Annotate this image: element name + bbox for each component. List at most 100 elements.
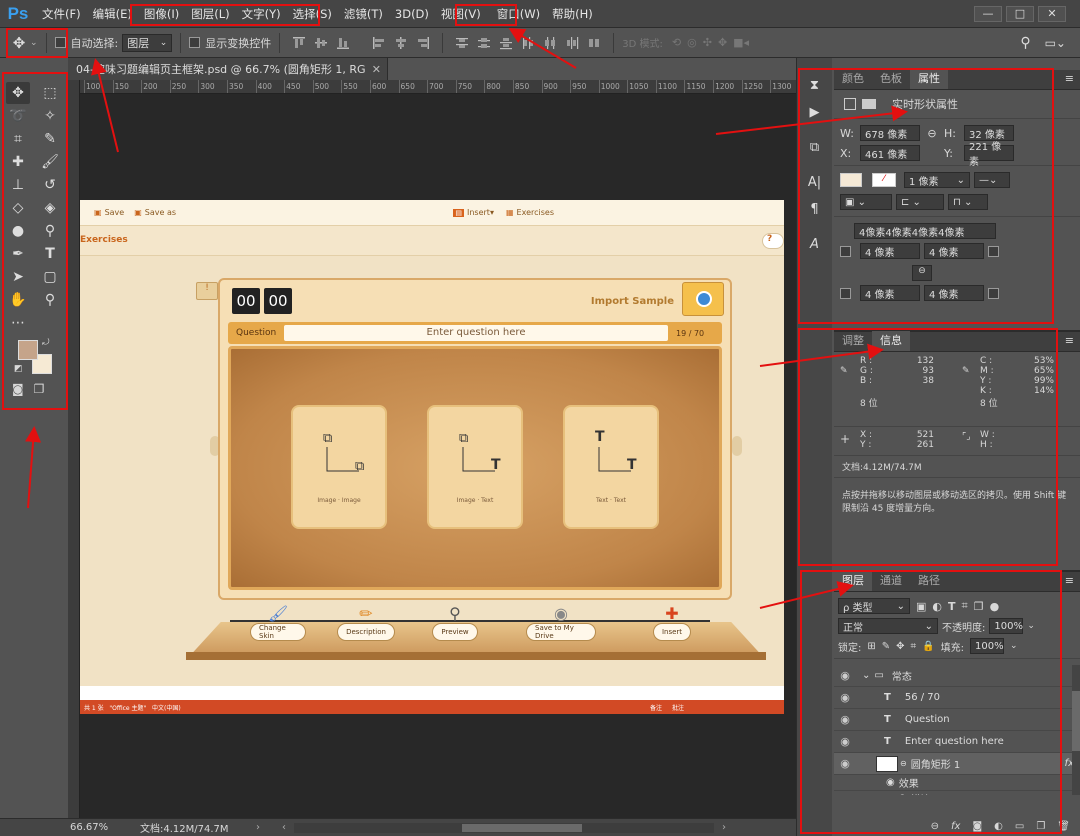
auto-align-icon[interactable] [587, 36, 601, 50]
close-tab-icon[interactable]: ✕ [372, 63, 381, 76]
x-field[interactable]: 461 像素 [860, 145, 920, 161]
hand-tool-icon[interactable]: ✋ [6, 289, 30, 311]
tab-adjustments[interactable]: 调整 [834, 331, 872, 351]
menu-edit[interactable]: 编辑(E) [87, 0, 138, 28]
layer-text[interactable]: ◉ T Enter question here [834, 731, 1080, 753]
expand-icon[interactable]: ⌄ [862, 670, 870, 681]
preview-item[interactable]: ⚲ Preview [430, 604, 480, 641]
align-hcenter-icon[interactable] [394, 36, 408, 50]
pen-tool-icon[interactable]: ✒ [6, 243, 30, 265]
stroke-align-dropdown[interactable]: ▣ ⌄ [840, 194, 892, 210]
insert-shelf-button[interactable]: Insert [652, 623, 692, 641]
filter-toggle-icon[interactable]: ● [990, 600, 1000, 613]
menu-file[interactable]: 文件(F) [36, 0, 87, 28]
move-tool-icon[interactable]: ✥ [6, 82, 30, 104]
tab-info[interactable]: 信息 [872, 331, 910, 351]
save-to-drive-button[interactable]: Save to My Drive [526, 623, 596, 641]
distribute-left-icon[interactable] [521, 36, 535, 50]
new-group-icon[interactable]: ▭ [1015, 821, 1024, 832]
marquee-tool-icon[interactable]: ⬚ [38, 82, 62, 104]
paragraph-panel-icon[interactable]: ¶ [810, 202, 818, 217]
insert-button[interactable]: Insert▾ [467, 208, 494, 217]
change-skin-item[interactable]: 🖌 Change Skin [250, 604, 306, 641]
fill-field[interactable]: 100% [970, 638, 1005, 654]
eye-icon[interactable]: ◉ [834, 669, 856, 682]
3d-rotate-icon[interactable]: ⟲ [672, 36, 681, 49]
blend-mode-dropdown[interactable]: 正常 ⌄ [838, 618, 938, 634]
corner-bl-icon[interactable] [840, 287, 851, 299]
default-colors-icon[interactable]: ◩ [14, 364, 23, 374]
3d-roll-icon[interactable]: ◎ [687, 36, 697, 49]
distribute-bottom-icon[interactable] [499, 36, 513, 50]
layer-text[interactable]: ◉ T 56 / 70 [834, 687, 1080, 709]
zoom-level[interactable]: 66.67% [70, 822, 140, 833]
menu-window[interactable]: 窗口(W) [491, 0, 546, 28]
add-mask-icon[interactable]: ◙ [972, 821, 982, 832]
import-folder-icon[interactable] [682, 282, 724, 316]
y-field[interactable]: 221 像素 [964, 142, 1014, 168]
corner-br-field[interactable]: 4 像素 [924, 285, 984, 301]
scroll-right-arrow[interactable]: › [722, 822, 726, 833]
link-icon[interactable]: ⊖ [922, 127, 942, 140]
tab-paths[interactable]: 路径 [910, 571, 948, 591]
layer-effects[interactable]: ◉ 效果 [834, 775, 1080, 791]
magic-wand-tool-icon[interactable]: ✧ [38, 105, 62, 127]
tab-color[interactable]: 颜色 [834, 69, 872, 89]
exercises-button[interactable]: Exercises [517, 208, 554, 217]
stroke-width-field[interactable]: 1 像素 ⌄ [904, 172, 970, 188]
eye-icon[interactable]: ◉ [834, 713, 856, 726]
layer-text[interactable]: ◉ T Question [834, 709, 1080, 731]
lock-position-icon[interactable]: ✥ [896, 641, 904, 652]
workspace-icon[interactable]: ▭⌄ [1045, 36, 1066, 50]
healing-brush-tool-icon[interactable]: ✚ [6, 151, 30, 173]
change-skin-button[interactable]: Change Skin [250, 623, 306, 641]
layer-filter-dropdown[interactable]: ρ 类型 ⌄ [838, 598, 910, 614]
insert-item[interactable]: ✚ Insert [650, 604, 694, 641]
type-tool-icon[interactable]: T [38, 243, 62, 265]
corner-radius-all[interactable]: 4像素4像素4像素4像素 [854, 223, 996, 239]
eyedropper-tool-icon[interactable]: ✎ [38, 128, 62, 150]
align-left-icon[interactable] [372, 36, 386, 50]
save-as-button[interactable]: Save as [145, 208, 176, 217]
corner-tr-field[interactable]: 4 像素 [924, 243, 984, 259]
tab-channels[interactable]: 通道 [872, 571, 910, 591]
filter-shape-icon[interactable]: ⌗ [962, 599, 968, 613]
card-image-text[interactable]: ⧉ T Image · Text [427, 405, 523, 529]
panel-menu-icon[interactable]: ≡ [1065, 331, 1074, 351]
menu-image[interactable]: 图像(I) [138, 0, 185, 28]
clone-stamp-tool-icon[interactable]: ⊥ [6, 174, 30, 196]
corner-tl-icon[interactable] [840, 245, 851, 257]
character-panel-icon[interactable]: A| [808, 175, 821, 190]
auto-select-dropdown[interactable]: 图层 ⌄ [122, 33, 173, 52]
stroke-type-dropdown[interactable]: —⌄ [974, 172, 1010, 188]
filter-pixel-icon[interactable]: ▣ [916, 600, 926, 613]
eye-icon[interactable]: ◉ [886, 777, 895, 788]
auto-select-checkbox[interactable] [54, 37, 66, 48]
menu-help[interactable]: 帮助(H) [546, 0, 599, 28]
filter-adjustment-icon[interactable]: ◐ [932, 600, 942, 613]
fx-icon[interactable]: fx [951, 821, 960, 832]
corner-tr-icon[interactable] [988, 245, 999, 257]
stroke-swatch[interactable]: ⁄ [872, 173, 896, 187]
tab-layers[interactable]: 图层 [834, 571, 872, 591]
close-button[interactable]: ✕ [1038, 5, 1066, 22]
fill-swatch[interactable] [840, 173, 862, 187]
more-tools-icon[interactable]: ⋯ [6, 312, 30, 334]
align-right-icon[interactable] [416, 36, 430, 50]
3d-slide-icon[interactable]: ✥ [718, 36, 727, 49]
layer-comps-icon[interactable]: ⧉ [810, 140, 819, 155]
stroke-caps-dropdown[interactable]: ⊏ ⌄ [896, 194, 944, 210]
save-icon[interactable]: ▣ [94, 208, 102, 217]
insert-icon[interactable]: ▤ [453, 208, 464, 217]
corner-br-icon[interactable] [988, 287, 999, 299]
eye-icon[interactable]: ◉ [834, 691, 856, 704]
card-text-text[interactable]: T T Text · Text [563, 405, 659, 529]
foreground-color-swatch[interactable] [18, 340, 38, 360]
eye-icon[interactable]: ◉ [834, 757, 856, 770]
chevron-down-icon[interactable]: ⌄ [30, 38, 38, 48]
layer-effect-stroke[interactable]: ◉ 描边 [834, 791, 1080, 795]
card-image-image[interactable]: ⧉ ⧉ Image · Image [291, 405, 387, 529]
lasso-tool-icon[interactable]: ➰ [6, 105, 30, 127]
chevron-down-icon[interactable]: ⌄ [1010, 641, 1018, 651]
crop-tool-icon[interactable]: ⌗ [6, 128, 30, 150]
